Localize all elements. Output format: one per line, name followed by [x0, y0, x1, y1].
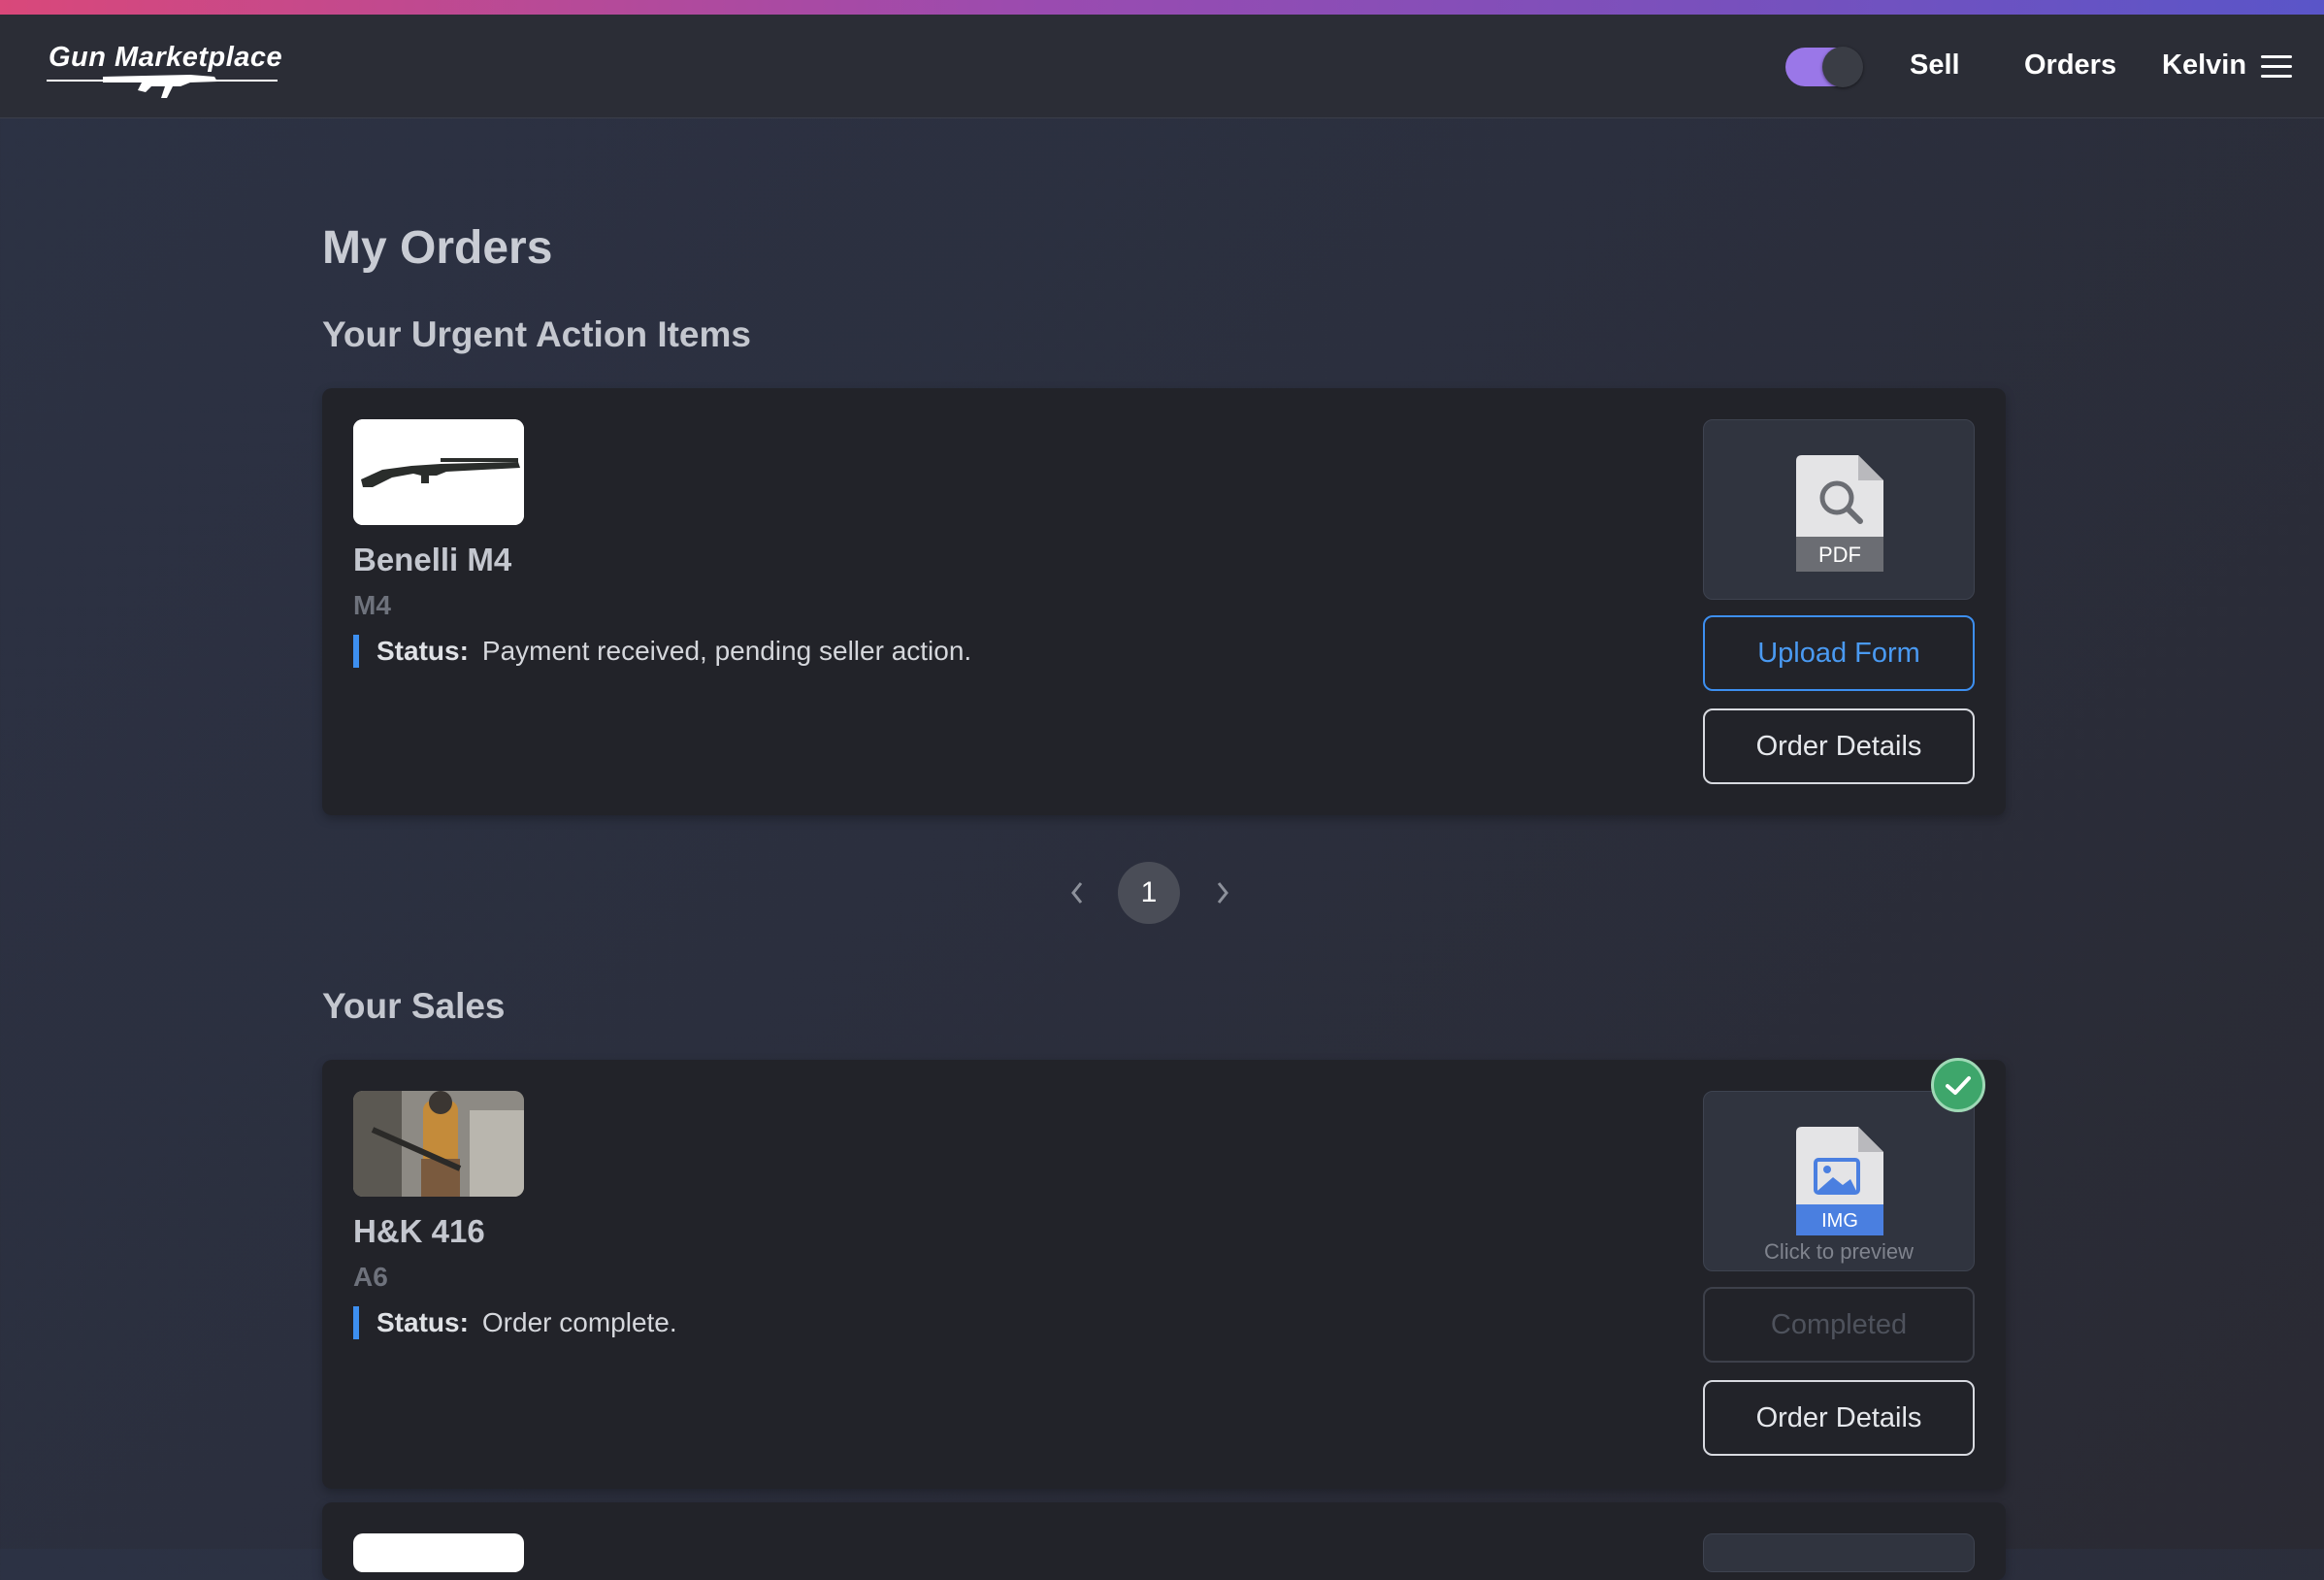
item-model: A6 — [353, 1262, 388, 1292]
urgent-section-title: Your Urgent Action Items — [322, 314, 751, 354]
nav-user-menu[interactable]: Kelvin — [2162, 49, 2246, 82]
product-thumbnail[interactable] — [353, 1533, 524, 1572]
completed-button: Completed — [1703, 1287, 1975, 1363]
pagination: 1 — [1067, 862, 1232, 924]
nav-orders-link[interactable]: Orders — [2024, 49, 2116, 82]
sale-order-card-partial — [322, 1502, 2006, 1580]
item-name: Benelli M4 — [353, 542, 512, 577]
status-label: Status: — [376, 1307, 469, 1337]
sales-section-title: Your Sales — [322, 986, 506, 1026]
image-preview[interactable]: IMG Click to preview — [1703, 1091, 1975, 1271]
page-title: My Orders — [322, 222, 553, 274]
upload-form-button[interactable]: Upload Form — [1703, 615, 1975, 691]
item-model: M4 — [353, 590, 391, 620]
image-file-icon: IMG — [1796, 1127, 1883, 1235]
doc-type-label: PDF — [1818, 543, 1861, 567]
status-text: Payment received, pending seller action. — [481, 636, 972, 666]
site-logo[interactable]: Gun Marketplace — [45, 30, 283, 117]
top-accent-stripe — [0, 0, 2324, 15]
preview-hint: Click to preview — [1763, 1239, 1915, 1264]
document-preview[interactable]: PDF — [1703, 419, 1975, 600]
pdf-file-icon: PDF — [1796, 455, 1883, 572]
shotgun-image-icon — [353, 419, 524, 525]
rifle-logo-icon — [47, 75, 278, 98]
sale-order-card: H&K 416 A6 Status: Order complete. IMG Cl… — [322, 1058, 2006, 1489]
status-text: Order complete. — [481, 1307, 677, 1337]
status-line: Status: Order complete. — [353, 1306, 677, 1339]
toggle-knob — [1822, 47, 1863, 87]
theme-toggle[interactable] — [1785, 47, 1863, 87]
status-label: Status: — [376, 636, 469, 666]
nav-sell-link[interactable]: Sell — [1910, 49, 1960, 82]
item-name: H&K 416 — [353, 1213, 485, 1249]
order-details-button[interactable]: Order Details — [1703, 1380, 1975, 1456]
check-icon — [1931, 1058, 1985, 1112]
rifle-photo-icon — [353, 1091, 524, 1197]
doc-type-label: IMG — [1821, 1210, 1858, 1232]
product-thumbnail[interactable] — [353, 1091, 524, 1197]
top-navbar: Gun Marketplace Sell Orders Kelvin — [0, 15, 2324, 118]
order-details-button[interactable]: Order Details — [1703, 708, 1975, 784]
page-number-current[interactable]: 1 — [1118, 862, 1180, 924]
status-line: Status: Payment received, pending seller … — [353, 635, 971, 668]
urgent-order-card: Benelli M4 M4 Status: Payment received, p… — [322, 388, 2006, 815]
document-preview[interactable] — [1703, 1533, 1975, 1572]
menu-icon[interactable] — [2261, 55, 2292, 79]
chevron-left-icon[interactable] — [1067, 875, 1087, 910]
product-thumbnail[interactable] — [353, 419, 524, 525]
chevron-right-icon[interactable] — [1213, 875, 1232, 910]
